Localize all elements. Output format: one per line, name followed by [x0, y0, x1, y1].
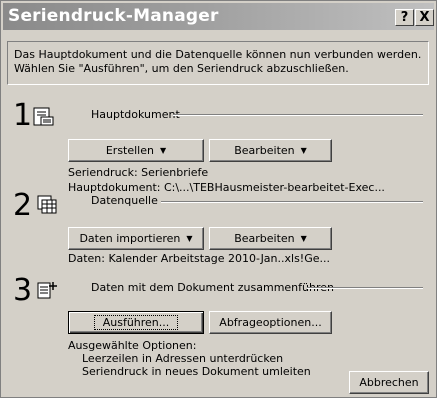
cancel-button-label: Abbrechen	[359, 376, 419, 389]
edit-main-document-button[interactable]: Bearbeiten ▼	[209, 139, 332, 162]
help-button[interactable]: ?	[395, 9, 414, 26]
info-line-2: Wählen Sie "Ausführen", um den Seriendru…	[14, 62, 349, 75]
separator	[173, 114, 423, 116]
option-suppress-blank-lines: Leerzeilen in Adressen unterdrücken	[82, 352, 284, 365]
selected-options-title: Ausgewählte Optionen:	[68, 339, 197, 352]
section-title-merge: Daten mit dem Dokument zusammenführen	[91, 281, 334, 294]
create-button[interactable]: Erstellen ▼	[68, 139, 204, 162]
title-bar[interactable]: Seriendruck-Manager ? X	[3, 3, 434, 30]
dropdown-arrow-icon: ▼	[300, 146, 307, 155]
query-options-button[interactable]: Abfrageoptionen...	[209, 311, 332, 334]
run-merge-button[interactable]: Ausführen...	[68, 311, 204, 334]
section-title-data-source: Datenquelle	[91, 194, 158, 207]
dropdown-arrow-icon: ▼	[186, 234, 193, 243]
create-button-label: Erstellen	[105, 144, 154, 157]
merge-type-text: Seriendruck: Serienbriefe	[68, 166, 209, 179]
query-options-label: Abfrageoptionen...	[219, 316, 322, 329]
info-box: Das Hauptdokument und die Datenquelle kö…	[7, 41, 429, 85]
import-data-button[interactable]: Daten importieren ▼	[68, 227, 204, 250]
edit-data-source-button[interactable]: Bearbeiten ▼	[209, 227, 332, 250]
option-merge-to-new-document: Seriendruck in neues Dokument umleiten	[82, 365, 311, 378]
merge-icon	[37, 282, 57, 299]
dropdown-arrow-icon: ▼	[159, 146, 167, 155]
separator	[161, 201, 423, 203]
edit-data-label: Bearbeiten	[234, 232, 295, 245]
edit-button-label: Bearbeiten	[234, 144, 295, 157]
close-button[interactable]: X	[415, 9, 434, 26]
step-2-number: 2	[13, 188, 33, 223]
dropdown-arrow-icon: ▼	[300, 234, 307, 243]
data-source-path: Daten: Kalender Arbeitstage 2010-Jan..xl…	[68, 252, 331, 265]
mail-merge-dialog: Seriendruck-Manager ? X Das Hauptdokumen…	[0, 0, 437, 398]
data-source-icon	[37, 195, 57, 214]
separator	[307, 287, 423, 289]
main-document-icon	[33, 107, 54, 126]
info-line-1: Das Hauptdokument und die Datenquelle kö…	[14, 48, 422, 61]
section-title-main-document: Hauptdokument	[91, 108, 180, 121]
run-merge-label: Ausführen...	[93, 315, 179, 330]
window-title: Seriendruck-Manager	[8, 6, 219, 26]
import-data-label: Daten importieren	[79, 232, 181, 245]
cancel-button[interactable]: Abbrechen	[349, 371, 429, 394]
step-1-number: 1	[13, 98, 33, 133]
main-document-path: Hauptdokument: C:\...\TEBHausmeister-bea…	[68, 181, 385, 194]
step-3-number: 3	[13, 273, 33, 308]
